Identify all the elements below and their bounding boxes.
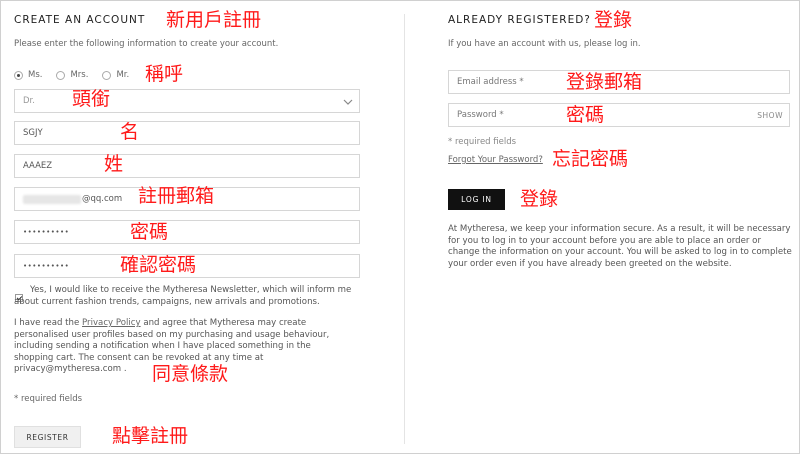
annotation-password: 密碼 (130, 221, 169, 243)
annotation-register-email: 註冊郵箱 (138, 185, 215, 207)
annotation-first-name: 名 (120, 121, 140, 143)
forgot-password-wrapper: Forgot Your Password? (448, 155, 543, 165)
create-account-intro: Please enter the following information t… (14, 39, 279, 49)
email-domain-value: @qq.com (82, 194, 123, 204)
last-name-value: AAAEZ (23, 161, 53, 171)
confirm-password-value: •••••••••• (23, 262, 70, 270)
salutation-ms-label: Ms. (28, 70, 43, 80)
register-button[interactable]: REGISTER (14, 426, 81, 448)
login-intro: If you have an account with us, please l… (448, 39, 641, 49)
annotation-title: 頭銜 (72, 88, 111, 110)
login-required-note: * required fields (448, 137, 517, 147)
login-button[interactable]: LOG IN (448, 189, 505, 210)
newsletter-text: Yes, I would like to receive the Mythere… (14, 285, 352, 307)
consent-prefix: I have read the (14, 318, 83, 328)
annotation-salutation: 稱呼 (145, 63, 184, 85)
radio-mr[interactable] (102, 70, 112, 80)
first-name-input[interactable]: SGJY (14, 121, 360, 145)
privacy-policy-link[interactable]: Privacy Policy (82, 318, 141, 328)
salutation-mr-label: Mr. (116, 70, 130, 80)
chevron-down-icon (343, 99, 353, 105)
show-password-toggle[interactable]: SHOW (757, 111, 783, 120)
annotation-login-password: 密碼 (566, 104, 605, 126)
column-divider (404, 14, 405, 444)
annotation-forgot-password: 忘記密碼 (552, 148, 629, 170)
annotation-click-register: 點擊註冊 (112, 425, 189, 447)
blurred-email-local-part (23, 194, 81, 204)
annotation-last-name: 姓 (104, 153, 124, 175)
radio-ms[interactable] (14, 70, 23, 80)
annotation-consent: 同意條款 (152, 363, 229, 385)
title-select-value: Dr. (23, 96, 35, 106)
annotation-login-heading: 登錄 (594, 9, 633, 31)
login-password-input[interactable]: Password * SHOW (448, 103, 790, 127)
first-name-value: SGJY (23, 128, 43, 138)
create-account-title: CREATE AN ACCOUNT (14, 14, 146, 26)
salutation-mrs[interactable]: Mrs. (56, 70, 88, 80)
last-name-input[interactable]: AAAEZ (14, 154, 360, 178)
secure-info-text: At Mytheresa, we keep your information s… (448, 224, 792, 269)
salutation-ms[interactable]: Ms. (14, 70, 42, 80)
forgot-password-link[interactable]: Forgot Your Password? (448, 155, 543, 165)
annotation-new-account: 新用戶註冊 (166, 9, 262, 31)
create-required-note: * required fields (14, 394, 83, 404)
annotation-confirm-password: 確認密碼 (120, 254, 197, 276)
salutation-mrs-label: Mrs. (70, 70, 89, 80)
salutation-group: Ms. Mrs. Mr. (14, 70, 143, 80)
annotation-login-email: 登錄郵箱 (566, 71, 643, 93)
password-input[interactable]: •••••••••• (14, 220, 360, 244)
radio-mrs[interactable] (56, 70, 66, 80)
password-value: •••••••••• (23, 228, 70, 236)
login-password-placeholder: Password * (457, 110, 504, 120)
already-registered-title: ALREADY REGISTERED? (448, 14, 591, 26)
login-email-placeholder: Email address * (457, 77, 524, 87)
title-select[interactable]: Dr. (14, 89, 360, 113)
salutation-mr[interactable]: Mr. (102, 70, 129, 80)
annotation-login-button: 登錄 (520, 188, 559, 210)
